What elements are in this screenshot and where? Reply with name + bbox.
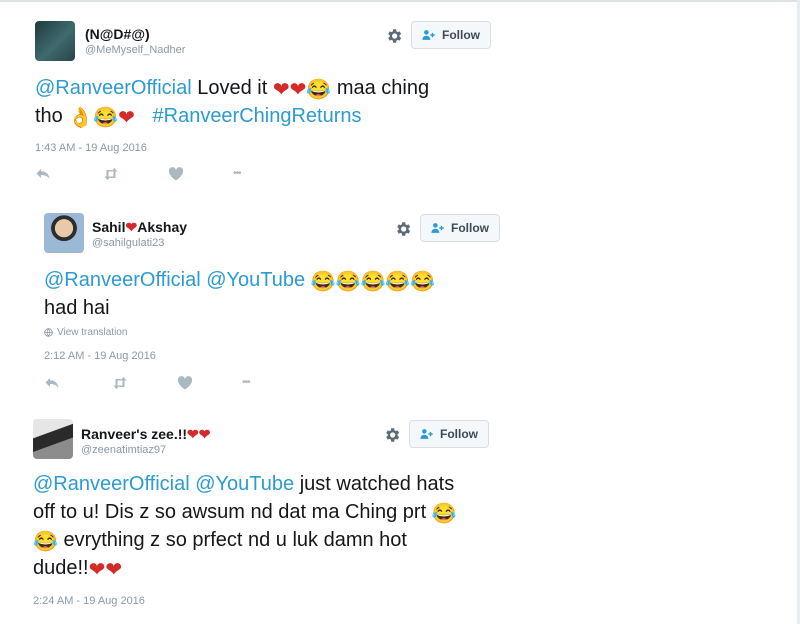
heart-emoji: ❤: [125, 219, 138, 235]
follow-label: Follow: [440, 427, 478, 441]
follow-label: Follow: [442, 28, 480, 42]
display-name[interactable]: (N@D#@): [85, 26, 150, 42]
emoji-group: ❤❤: [88, 559, 123, 581]
mention-link[interactable]: @RanveerOfficial: [44, 269, 201, 291]
avatar[interactable]: [44, 213, 84, 253]
tweet-card: (N@D#@) @MeMyself_Nadher Follow @Ranveer…: [0, 0, 796, 200]
gear-icon[interactable]: [383, 426, 401, 444]
timestamp[interactable]: 1:43 AM - 19 Aug 2016: [35, 142, 147, 154]
add-user-icon: [422, 30, 435, 40]
display-name[interactable]: Sahil❤Akshay: [92, 219, 187, 236]
like-icon[interactable]: [177, 376, 193, 390]
tweet-text-line: @RanveerOfficial @YouTube just watched h…: [33, 470, 454, 499]
emoji-group: 👌😂❤: [68, 107, 135, 129]
avatar[interactable]: [35, 21, 75, 61]
emoji-group: 😂: [33, 531, 58, 553]
reply-icon[interactable]: [44, 376, 60, 390]
mention-link[interactable]: @YouTube: [206, 269, 305, 291]
follow-button[interactable]: Follow: [420, 214, 500, 242]
reply-icon[interactable]: [35, 167, 51, 181]
tweet-actions: •••: [44, 376, 264, 390]
tweet-text: off to u! Dis z so awsum nd dat ma Ching…: [33, 501, 427, 523]
view-translation-link[interactable]: View translation: [44, 327, 127, 338]
gear-icon[interactable]: [394, 220, 412, 238]
username[interactable]: @zeenatimtiaz97: [81, 444, 166, 456]
retweet-icon[interactable]: [103, 167, 119, 181]
tweet-text-line: @RanveerOfficial @YouTube 😂😂😂😂😂: [44, 266, 435, 295]
view-translation-label: View translation: [57, 327, 128, 338]
mention-link[interactable]: @YouTube: [195, 473, 294, 495]
follow-button[interactable]: Follow: [409, 420, 489, 448]
tweet-text: evrything z so prfect nd u luk damn hot: [63, 529, 407, 551]
mention-link[interactable]: @RanveerOfficial: [35, 77, 192, 99]
gear-icon[interactable]: [385, 27, 403, 45]
emoji-group: ❤❤😂: [272, 79, 332, 101]
tweet-text: maa ching: [336, 77, 430, 99]
emoji-group: 😂: [431, 503, 457, 525]
tweet-card: Ranveer's zee.!!❤❤ @zeenatimtiaz97 Follo…: [0, 400, 796, 624]
heart-emoji: ❤❤: [187, 426, 211, 442]
tweet-card: Sahil❤Akshay @sahilgulati23 Follow @Ranv…: [0, 200, 796, 400]
follow-button[interactable]: Follow: [411, 21, 491, 49]
add-user-icon: [431, 223, 444, 233]
display-name[interactable]: Ranveer's zee.!!❤❤: [81, 426, 211, 443]
tweet-text: Loved it: [197, 77, 268, 99]
username[interactable]: @sahilgulati23: [92, 237, 164, 249]
timestamp[interactable]: 2:24 AM - 19 Aug 2016: [33, 595, 145, 607]
more-icon[interactable]: •••: [233, 167, 253, 181]
username[interactable]: @MeMyself_Nadher: [85, 44, 185, 56]
tweet-text-line: tho 👌😂❤ #RanveerChingReturns: [35, 102, 362, 131]
timestamp[interactable]: 2:12 AM - 19 Aug 2016: [44, 350, 156, 362]
tweet-text-line: had hai: [44, 297, 110, 319]
hashtag-link[interactable]: #RanveerChingReturns: [153, 105, 362, 127]
mention-link[interactable]: @RanveerOfficial: [33, 473, 190, 495]
avatar[interactable]: [33, 419, 73, 459]
tweet-text-line: @RanveerOfficial Loved it ❤❤😂 maa ching: [35, 74, 429, 103]
tweet-text: dude!!: [33, 557, 89, 579]
tweet-text-line: off to u! Dis z so awsum nd dat ma Ching…: [33, 498, 457, 527]
tweet-text: tho: [35, 105, 63, 127]
add-user-icon: [420, 429, 433, 439]
tweet-text-line: 😂 evrything z so prfect nd u luk damn ho…: [33, 526, 407, 555]
like-icon[interactable]: [168, 167, 184, 181]
more-icon[interactable]: •••: [242, 376, 262, 390]
globe-icon: [44, 328, 53, 337]
follow-label: Follow: [451, 221, 489, 235]
emoji-group: 😂😂😂😂😂: [310, 271, 436, 293]
tweet-text: just watched hats: [299, 473, 455, 495]
retweet-icon[interactable]: [112, 376, 128, 390]
tweet-text-line: dude!!❤❤: [33, 554, 122, 583]
tweet-actions: •••: [35, 167, 255, 181]
